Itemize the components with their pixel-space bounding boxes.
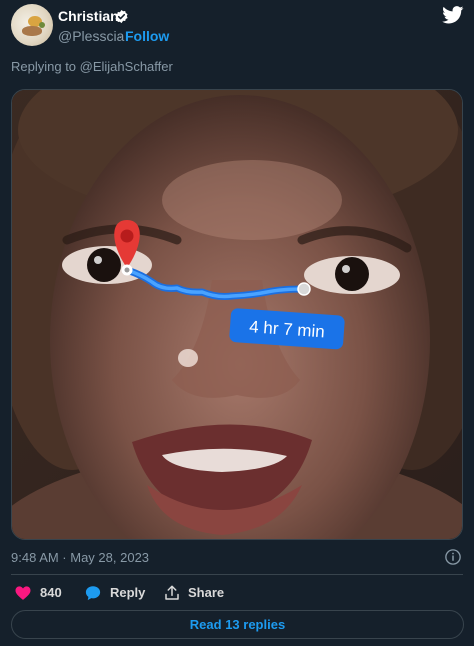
tweet-image[interactable]: 4 hr 7 min [11, 89, 463, 540]
share-icon [165, 585, 179, 600]
heart-icon [15, 586, 31, 600]
read-replies-button[interactable]: Read 13 replies [11, 610, 464, 639]
twitter-logo[interactable] [442, 6, 464, 24]
info-icon[interactable] [444, 548, 462, 566]
reply-bubble-icon [85, 586, 101, 601]
reply-label: Reply [110, 585, 146, 600]
share-button[interactable]: Share [163, 583, 233, 603]
meme-face-image: 4 hr 7 min [12, 90, 462, 539]
reply-button[interactable]: Reply [84, 583, 154, 603]
tweet-card: Christian @Plesscia · Follow Replying to… [0, 0, 474, 646]
like-count: 840 [40, 585, 62, 600]
replying-to-text: Replying to @ElijahSchaffer [11, 59, 173, 74]
avatar[interactable] [11, 4, 53, 46]
share-label: Share [188, 585, 225, 600]
author-handle[interactable]: @Plesscia [58, 28, 124, 44]
verified-badge-icon [115, 9, 128, 24]
follow-button[interactable]: Follow [125, 28, 169, 44]
tweet-timestamp[interactable]: 9:48 AM · May 28, 2023 [11, 550, 149, 565]
like-button[interactable]: 840 [14, 583, 74, 603]
author-display-name[interactable]: Christian [58, 8, 119, 24]
separator-dot: · [118, 28, 123, 44]
divider [11, 574, 463, 575]
